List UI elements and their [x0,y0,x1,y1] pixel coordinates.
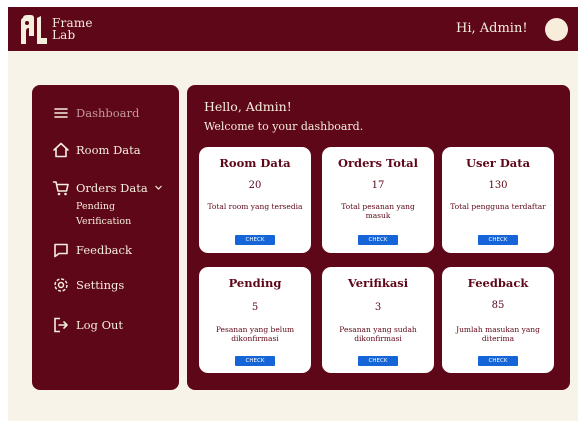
sidebar-item-dashboard[interactable]: Dashboard [52,104,139,122]
card-description: Total room yang tersedia [207,202,303,211]
card-user-data: User Data 130 Total pengguna terdaftar C… [442,147,554,253]
card-description: Jumlah masukan yang diterima [456,325,540,343]
sidebar-item-label: Settings [76,278,125,292]
card-orders-total: Orders Total 17 Total pesanan yang masuk… [322,147,434,253]
card-description: Total pesanan yang masuk [341,202,415,220]
card-description: Pesanan yang sudah dikonfirmasi [339,325,417,343]
card-value: 3 [374,302,382,313]
sidebar-item-label: Dashboard [76,106,140,120]
sidebar-item-orders-data[interactable]: Orders Data [52,179,163,197]
card-description: Pesanan yang belum dikonfirmasi [215,325,295,343]
avatar[interactable] [545,18,568,41]
logo[interactable]: Frame Lab [20,14,120,46]
card-title: Room Data [219,156,291,170]
card-value: 17 [371,180,385,191]
sidebar-item-feedback[interactable]: Feedback [52,241,132,259]
sidebar-item-label: Room Data [76,143,141,157]
sidebar-item-room-data[interactable]: Room Data [52,141,141,159]
check-button[interactable]: CHECK [235,235,275,245]
header-greeting: Hi, Admin! [456,21,528,36]
hello-heading: Hello, Admin! [204,99,292,114]
card-value: 20 [248,180,262,191]
sidebar-subitem-pending-verification[interactable]: Pending Verification [76,199,146,229]
card-value: 130 [488,180,508,191]
check-button[interactable]: CHECK [358,356,398,366]
chevron-down-icon[interactable] [154,181,163,195]
card-title: User Data [465,156,531,170]
page: Frame Lab Hi, Admin! Dashboard Room Data… [8,7,578,421]
check-button[interactable]: CHECK [235,356,275,366]
welcome-text: Welcome to your dashboard. [204,120,364,133]
card-value: 85 [491,300,505,311]
card-room-data: Room Data 20 Total room yang tersedia CH… [199,147,311,253]
check-button[interactable]: CHECK [358,235,398,245]
sidebar-item-label: Orders Data [76,181,148,195]
card-verifikasi: Verifikasi 3 Pesanan yang sudah dikonfir… [322,267,434,373]
check-button[interactable]: CHECK [478,356,518,366]
logo-mark-icon [21,15,47,44]
sidebar-item-label: Log Out [76,318,124,332]
sidebar: Dashboard Room Data Orders Data Pending … [32,85,179,390]
card-title: Feedback [467,276,529,290]
check-button[interactable]: CHECK [478,235,518,245]
sidebar-item-settings[interactable]: Settings [52,276,124,294]
cart-icon [52,179,70,197]
card-title: Pending [228,276,282,290]
card-pending: Pending 5 Pesanan yang belum dikonfirmas… [199,267,311,373]
logo-text: Frame Lab [52,17,93,41]
logo-line2: Lab [52,28,76,42]
gear-icon [52,276,70,294]
logout-icon [52,316,70,334]
card-value: 5 [251,302,259,313]
card-title: Orders Total [337,156,418,170]
dashboard-panel: Hello, Admin! Welcome to your dashboard.… [187,85,570,390]
sidebar-item-label: Feedback [76,243,132,257]
card-description: Total pengguna terdaftar [450,202,546,211]
sidebar-item-logout[interactable]: Log Out [52,316,123,334]
card-feedback: Feedback 85 Jumlah masukan yang diterima… [442,267,554,373]
top-bar: Frame Lab Hi, Admin! [8,7,578,51]
menu-icon [52,104,70,122]
home-icon [52,141,70,159]
card-title: Verifikasi [347,276,409,290]
chat-icon [52,241,70,259]
